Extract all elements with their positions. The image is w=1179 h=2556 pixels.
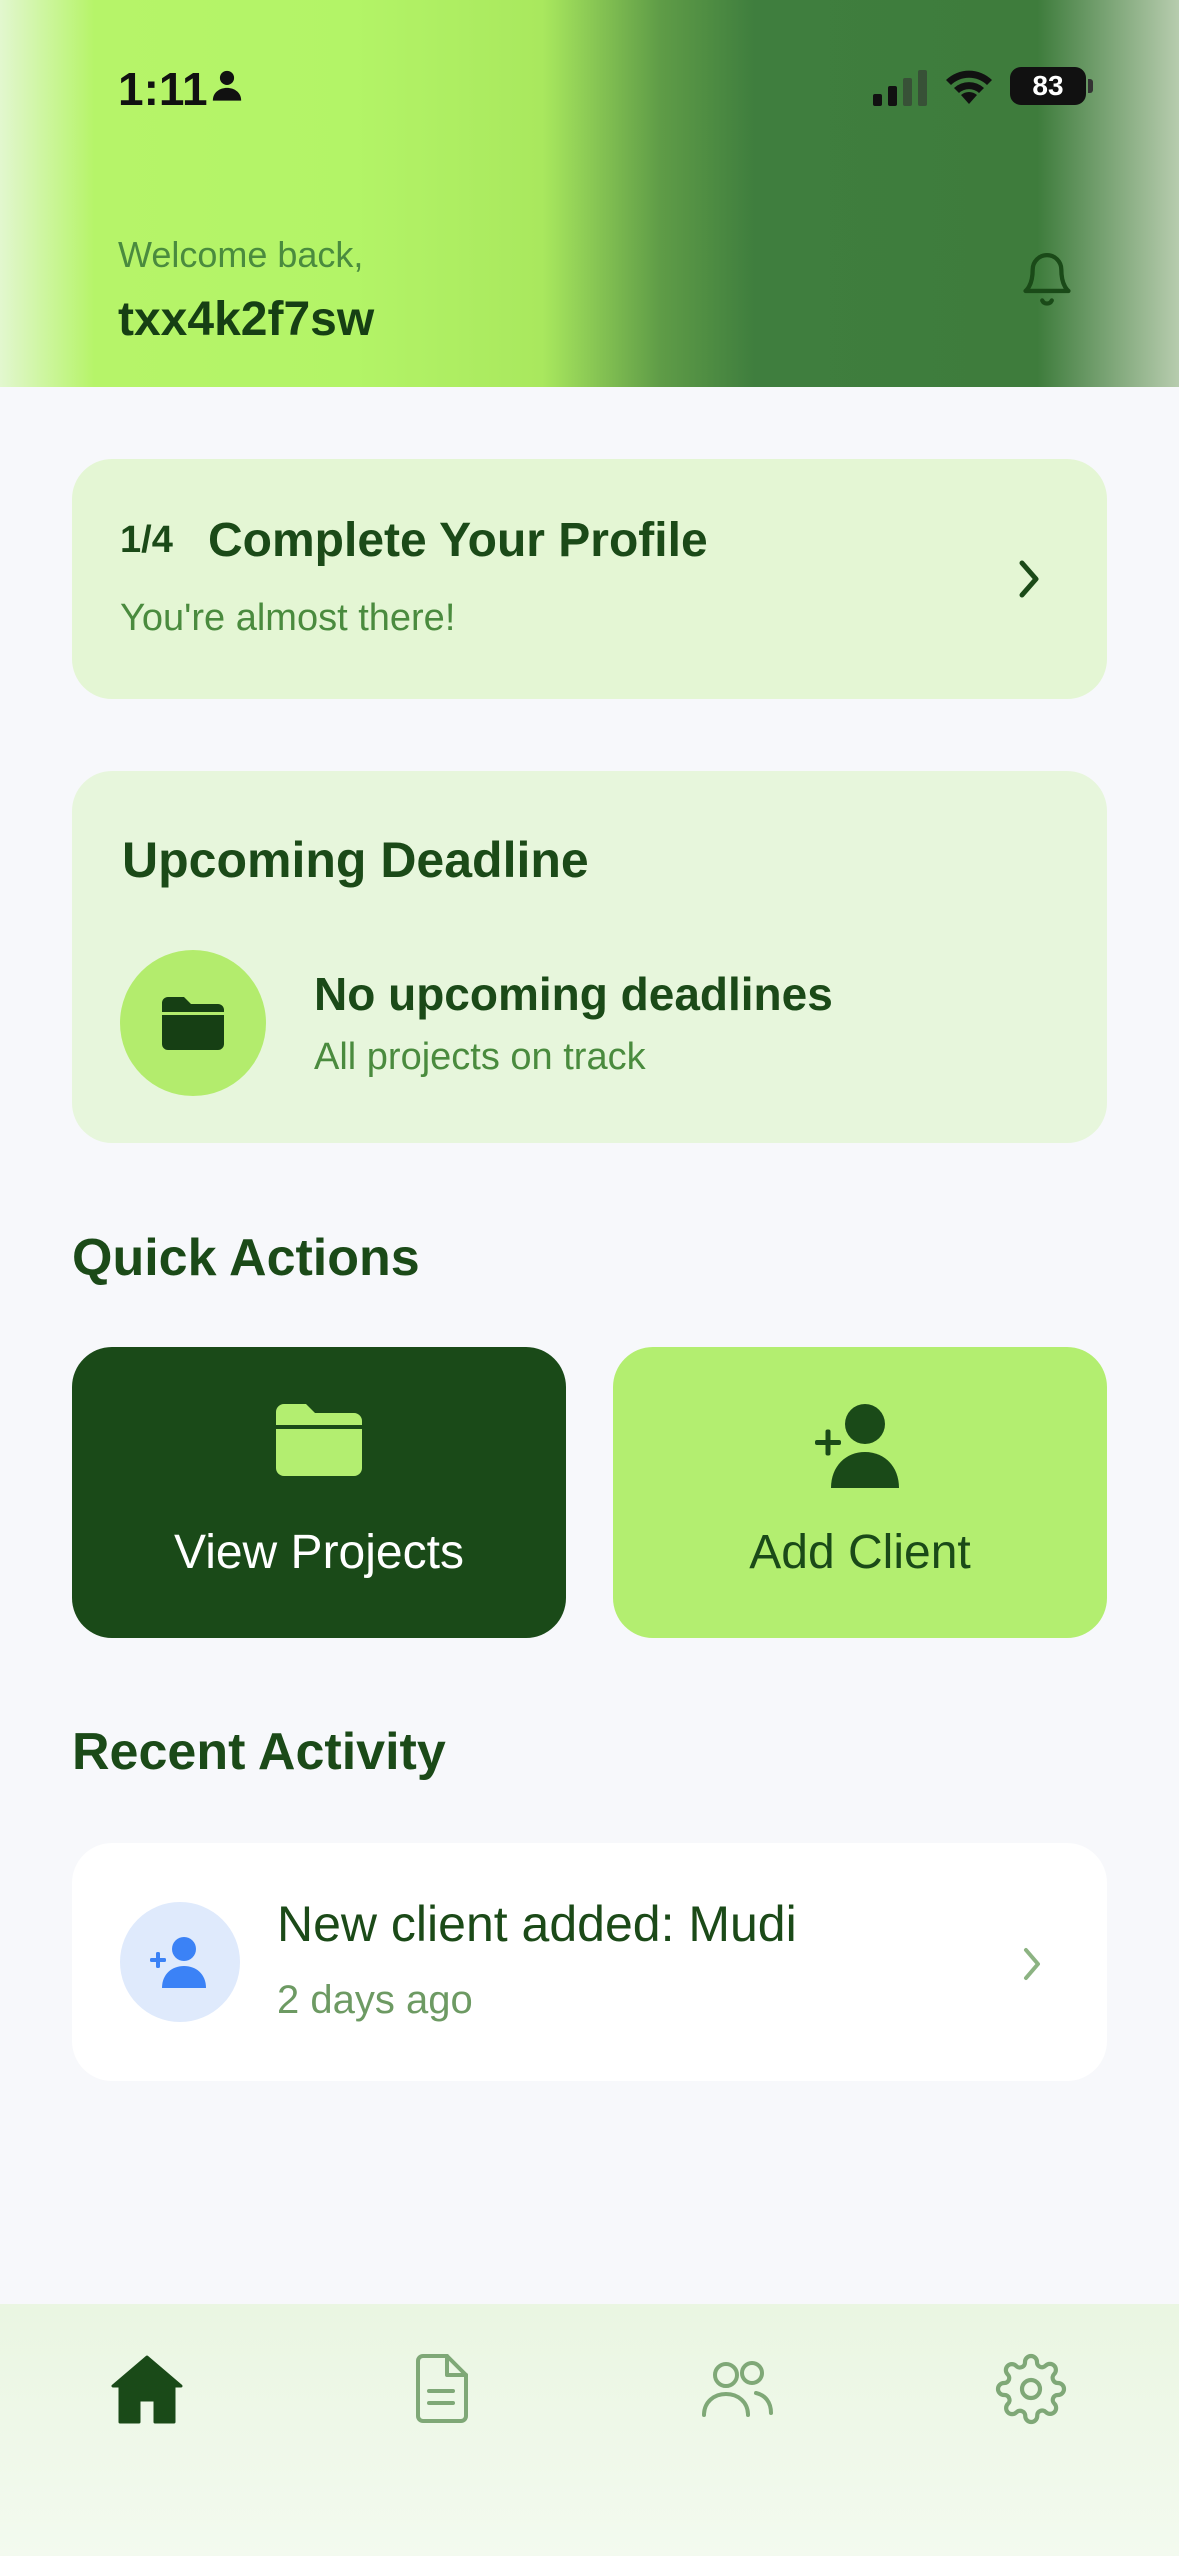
complete-profile-card[interactable]: 1/4 Complete Your Profile You're almost … xyxy=(72,459,1107,699)
chevron-right-icon xyxy=(1020,1946,1044,1987)
deadline-substatus: All projects on track xyxy=(314,1036,646,1078)
view-projects-label: View Projects xyxy=(174,1526,464,1579)
activity-title: New client added: Mudi xyxy=(277,1896,797,1952)
cellular-signal-icon xyxy=(873,68,933,111)
username: txx4k2f7sw xyxy=(118,293,375,346)
user-plus-icon xyxy=(120,1902,240,2022)
wifi-icon xyxy=(943,66,995,111)
profile-card-title: Complete Your Profile xyxy=(208,514,708,567)
view-projects-button[interactable]: View Projects xyxy=(72,1347,566,1638)
gear-icon[interactable] xyxy=(986,2344,1076,2434)
deadline-status: No upcoming deadlines xyxy=(314,968,833,1020)
battery-indicator: 83 xyxy=(1010,67,1086,105)
person-icon xyxy=(210,68,244,107)
add-client-label: Add Client xyxy=(749,1526,971,1579)
welcome-text: Welcome back, xyxy=(118,234,364,275)
profile-card-subtitle: You're almost there! xyxy=(120,597,456,639)
home-icon[interactable] xyxy=(102,2344,192,2434)
upcoming-deadline-card: Upcoming Deadline No upcoming deadlines … xyxy=(72,771,1107,1143)
bottom-navigation xyxy=(0,2304,1179,2556)
quick-actions-heading: Quick Actions xyxy=(72,1229,420,1287)
folder-icon xyxy=(120,950,266,1096)
chevron-right-icon xyxy=(1014,557,1044,606)
bell-icon[interactable] xyxy=(1018,248,1076,315)
document-icon[interactable] xyxy=(396,2344,486,2434)
user-plus-icon xyxy=(613,1402,1107,1488)
status-time: 1:11 xyxy=(118,63,208,115)
header: 1:11 83 Welcome back, txx4k2f7sw xyxy=(0,0,1179,387)
deadline-card-title: Upcoming Deadline xyxy=(122,832,589,888)
users-icon[interactable] xyxy=(692,2344,782,2434)
folder-open-icon xyxy=(72,1402,566,1478)
recent-activity-heading: Recent Activity xyxy=(72,1723,446,1781)
activity-time: 2 days ago xyxy=(277,1978,473,2022)
activity-list-item[interactable]: New client added: Mudi 2 days ago xyxy=(72,1843,1107,2081)
battery-nub xyxy=(1088,79,1093,93)
profile-step-counter: 1/4 xyxy=(120,519,173,561)
add-client-button[interactable]: Add Client xyxy=(613,1347,1107,1638)
